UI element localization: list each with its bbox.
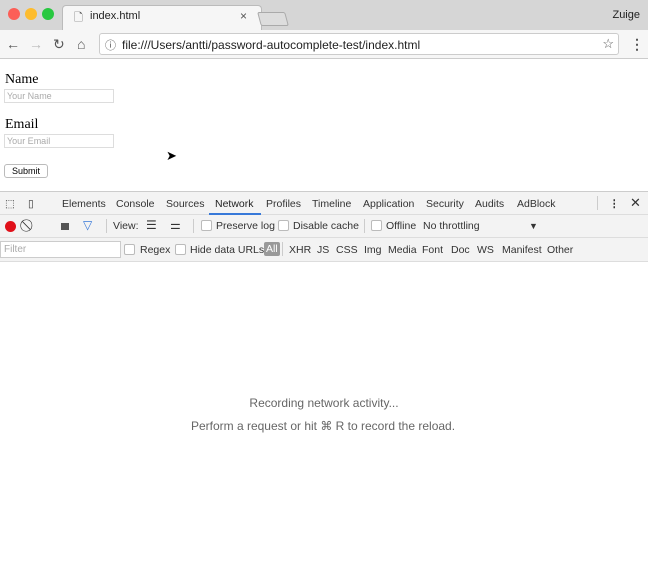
type-filter-manifest[interactable]: Manifest: [502, 244, 542, 256]
tab-timeline[interactable]: Timeline: [312, 198, 351, 210]
tab-close-icon[interactable]: ×: [240, 9, 247, 23]
type-filter-font[interactable]: Font: [422, 244, 443, 256]
chevron-down-icon[interactable]: ▼: [529, 221, 538, 231]
capture-screenshots-icon[interactable]: [61, 223, 69, 230]
tab-profiles[interactable]: Profiles: [266, 198, 301, 210]
disable-cache-checkbox[interactable]: [278, 220, 289, 231]
title-bar: 🗋 index.html × Zuige: [0, 0, 648, 31]
network-log-area: Recording network activity... Perform a …: [0, 263, 648, 564]
menu-icon[interactable]: ⋮: [630, 36, 644, 53]
inspect-element-icon[interactable]: ⬚: [5, 198, 15, 210]
mouse-cursor-icon: ➤: [166, 148, 177, 163]
maximize-window-button[interactable]: [42, 8, 54, 20]
throttling-select[interactable]: No throttling: [423, 220, 480, 232]
regex-checkbox[interactable]: [124, 244, 135, 255]
offline-checkbox[interactable]: [371, 220, 382, 231]
preserve-log-checkbox[interactable]: [201, 220, 212, 231]
type-filter-all[interactable]: All: [264, 242, 280, 256]
tab-sources[interactable]: Sources: [166, 198, 205, 210]
hide-data-urls-label: Hide data URLs: [190, 244, 265, 256]
tab-network[interactable]: Network: [215, 198, 254, 210]
device-toolbar-icon[interactable]: ▯: [28, 198, 34, 210]
large-rows-icon[interactable]: ☰: [146, 218, 157, 232]
tab-application[interactable]: Application: [363, 198, 414, 210]
overview-icon[interactable]: ⚌: [170, 218, 181, 232]
close-devtools-icon[interactable]: ✕: [630, 195, 641, 211]
filter-bar: Filter Regex Hide data URLs All XHR JS C…: [0, 238, 648, 262]
type-filter-css[interactable]: CSS: [336, 244, 358, 256]
type-filter-media[interactable]: Media: [388, 244, 417, 256]
type-filter-img[interactable]: Img: [364, 244, 382, 256]
divider: [193, 219, 194, 233]
name-label: Name: [5, 72, 39, 87]
type-filter-doc[interactable]: Doc: [451, 244, 470, 256]
close-window-button[interactable]: [8, 8, 20, 20]
type-filter-xhr[interactable]: XHR: [289, 244, 311, 256]
home-icon[interactable]: ⌂: [77, 36, 85, 52]
bookmark-star-icon[interactable]: ☆: [602, 36, 614, 52]
tab-elements[interactable]: Elements: [62, 198, 106, 210]
email-label: Email: [5, 117, 39, 132]
tab-security[interactable]: Security: [426, 198, 464, 210]
tab-audits[interactable]: Audits: [475, 198, 504, 210]
tab-console[interactable]: Console: [116, 198, 155, 210]
tab-adblock[interactable]: AdBlock: [517, 198, 556, 210]
devtools-tabbar: ⬚ ▯ Elements Console Sources Network Pro…: [0, 192, 648, 215]
divider: [106, 219, 107, 233]
forward-icon[interactable]: →: [29, 36, 43, 52]
offline-label: Offline: [386, 220, 417, 232]
page-content: Name Your Name Email Your Email Submit ➤: [0, 60, 648, 191]
name-input[interactable]: Your Name: [4, 89, 114, 103]
back-icon[interactable]: ←: [6, 36, 20, 52]
filter-icon[interactable]: ▽: [83, 218, 92, 232]
tab-title: index.html: [90, 10, 141, 22]
submit-button[interactable]: Submit: [4, 164, 48, 178]
address-bar[interactable]: ⓘ file:///Users/antti/password-autocompl…: [99, 33, 619, 55]
type-filter-js[interactable]: JS: [317, 244, 329, 256]
type-filter-other[interactable]: Other: [547, 244, 573, 256]
divider: [364, 219, 365, 233]
file-icon: 🗋: [74, 12, 83, 24]
filter-input[interactable]: Filter: [0, 241, 121, 258]
record-icon[interactable]: [5, 221, 16, 232]
minimize-window-button[interactable]: [25, 8, 37, 20]
reload-icon[interactable]: ↻: [53, 36, 65, 53]
profile-name[interactable]: Zuige: [612, 9, 640, 21]
view-label: View:: [113, 220, 139, 232]
more-options-icon[interactable]: ⋮: [609, 198, 620, 210]
new-tab-button[interactable]: [257, 12, 289, 26]
divider: [597, 196, 598, 210]
divider: [282, 242, 283, 256]
hide-data-urls-checkbox[interactable]: [175, 244, 186, 255]
reload-hint: Perform a request or hit ⌘ R to record t…: [190, 419, 456, 433]
recording-message: Recording network activity...: [249, 396, 399, 410]
info-icon: ⓘ: [105, 40, 116, 52]
type-filter-ws[interactable]: WS: [477, 244, 494, 256]
network-toolbar: ⃠ ▽ View: ☰ ⚌ Preserve log Disable cache…: [0, 215, 648, 238]
url-text: file:///Users/antti/password-autocomplet…: [122, 38, 421, 52]
browser-toolbar: ← → ↻ ⌂ ⓘ file:///Users/antti/password-a…: [0, 30, 648, 59]
disable-cache-label: Disable cache: [293, 220, 359, 232]
email-input[interactable]: Your Email: [4, 134, 114, 148]
preserve-log-label: Preserve log: [216, 220, 275, 232]
devtools-panel: ⬚ ▯ Elements Console Sources Network Pro…: [0, 191, 648, 564]
regex-label: Regex: [140, 244, 171, 256]
